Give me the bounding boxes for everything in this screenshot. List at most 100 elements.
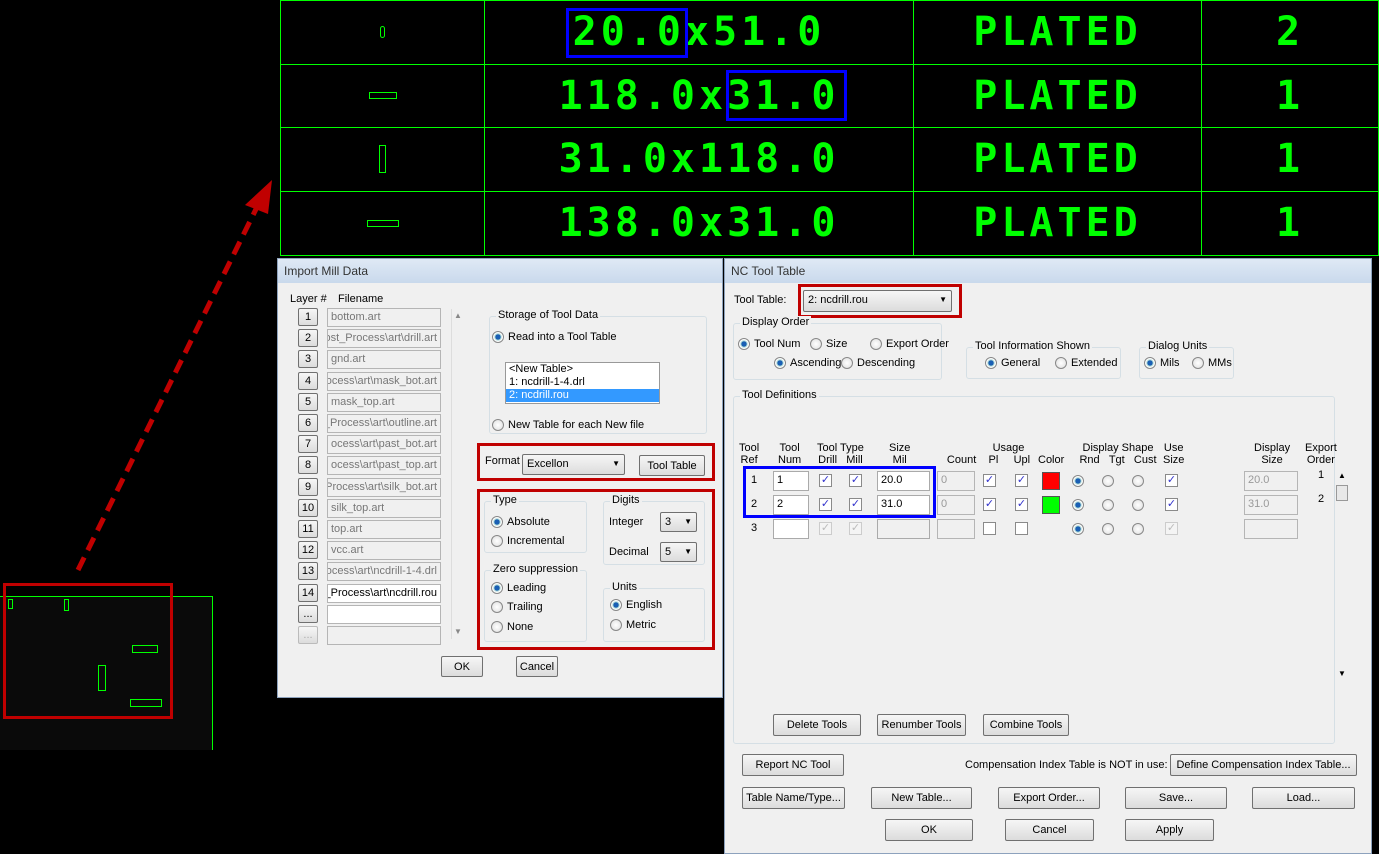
general-radio[interactable]: General: [985, 357, 1040, 369]
layer-filename-field[interactable]: ocess\art\past_bot.art: [327, 435, 441, 455]
layer-filename-field[interactable]: [327, 626, 441, 645]
list-item-selected[interactable]: 2: ncdrill.rou: [506, 389, 659, 402]
layer-filename-field[interactable]: mask_top.art: [327, 392, 441, 412]
shape-radio[interactable]: [1072, 475, 1084, 487]
none-radio[interactable]: None: [491, 621, 533, 633]
layer-filename-field[interactable]: silk_top.art: [327, 498, 441, 518]
size-radio[interactable]: Size: [810, 338, 847, 350]
layer-button[interactable]: 2: [298, 329, 318, 348]
new-table-button[interactable]: New Table...: [871, 787, 972, 809]
ascending-radio[interactable]: Ascending: [774, 357, 841, 369]
layer-filename-field[interactable]: ocess\art\past_top.art: [327, 456, 441, 476]
shape-radio[interactable]: [1072, 523, 1084, 535]
layer-button[interactable]: 13: [298, 562, 318, 581]
layer-filename-field[interactable]: Process\art\silk_bot.art: [327, 477, 441, 497]
layer-button[interactable]: ...: [298, 626, 318, 644]
define-compensation-button[interactable]: Define Compensation Index Table...: [1170, 754, 1357, 776]
layer-button[interactable]: 9: [298, 477, 318, 496]
cancel-button[interactable]: Cancel: [516, 656, 558, 677]
layer-filename-field[interactable]: _Process\art\ncdrill.rou: [327, 583, 441, 603]
checkbox[interactable]: [1015, 522, 1028, 535]
layer-filename-field[interactable]: ost_Process\art\drill.art: [327, 329, 441, 349]
report-nc-tool-button[interactable]: Report NC Tool: [742, 754, 844, 776]
layer-button[interactable]: 4: [298, 371, 318, 390]
checkbox[interactable]: ✓: [819, 522, 832, 535]
new-table-radio[interactable]: New Table for each New file: [492, 419, 644, 431]
checkbox[interactable]: ✓: [849, 522, 862, 535]
renumber-tools-button[interactable]: Renumber Tools: [877, 714, 966, 736]
table-list[interactable]: <New Table> 1: ncdrill-1-4.drl 2: ncdril…: [505, 362, 660, 404]
layer-button[interactable]: 7: [298, 435, 318, 454]
mms-radio[interactable]: MMs: [1192, 357, 1232, 369]
layer-filename-field[interactable]: [327, 604, 441, 624]
checkbox[interactable]: ✓: [983, 498, 996, 511]
delete-tools-button[interactable]: Delete Tools: [773, 714, 861, 736]
export-order-button[interactable]: Export Order...: [998, 787, 1100, 809]
ok-button[interactable]: OK: [885, 819, 973, 841]
save-button[interactable]: Save...: [1125, 787, 1227, 809]
read-into-radio[interactable]: Read into a Tool Table: [492, 331, 616, 343]
export-order-radio[interactable]: Export Order: [870, 338, 949, 350]
decimal-select[interactable]: 5: [660, 542, 697, 562]
layer-button[interactable]: 5: [298, 392, 318, 411]
mils-radio[interactable]: Mils: [1144, 357, 1180, 369]
tool-num-input[interactable]: [773, 519, 809, 539]
tool-table-select[interactable]: 2: ncdrill.rou: [803, 290, 952, 312]
tool-table-button[interactable]: Tool Table: [639, 455, 705, 476]
shape-radio[interactable]: [1102, 523, 1114, 535]
shape-radio[interactable]: [1132, 499, 1144, 511]
shape-radio[interactable]: [1102, 475, 1114, 487]
checkbox[interactable]: ✓: [1165, 498, 1178, 511]
integer-select[interactable]: 3: [660, 512, 697, 532]
table-name-button[interactable]: Table Name/Type...: [742, 787, 845, 809]
layer-filename-field[interactable]: ocess\art\ncdrill-1-4.drl: [327, 562, 441, 582]
shape-radio[interactable]: [1102, 499, 1114, 511]
layer-button[interactable]: 10: [298, 498, 318, 517]
checkbox[interactable]: ✓: [1165, 522, 1178, 535]
checkbox[interactable]: ✓: [983, 474, 996, 487]
cancel-button[interactable]: Cancel: [1005, 819, 1094, 841]
checkbox[interactable]: ✓: [1015, 474, 1028, 487]
tool-size-input[interactable]: [877, 519, 930, 539]
tool-scrollbar[interactable]: ▲ ▼: [1336, 471, 1348, 681]
trailing-radio[interactable]: Trailing: [491, 601, 543, 613]
absolute-radio[interactable]: Absolute: [491, 516, 550, 528]
shape-radio[interactable]: [1132, 523, 1144, 535]
tool-color-swatch[interactable]: [1042, 496, 1060, 514]
tool-color-swatch[interactable]: [1042, 472, 1060, 490]
extended-radio[interactable]: Extended: [1055, 357, 1117, 369]
format-select[interactable]: Excellon: [522, 454, 625, 475]
apply-button[interactable]: Apply: [1125, 819, 1214, 841]
english-radio[interactable]: English: [610, 599, 662, 611]
layer-filename-field[interactable]: top.art: [327, 520, 441, 539]
layer-button[interactable]: ...: [298, 604, 318, 623]
layer-filename-field[interactable]: ocess\art\mask_bot.art: [327, 371, 441, 391]
load-button[interactable]: Load...: [1252, 787, 1355, 809]
layer-button[interactable]: 8: [298, 456, 318, 475]
list-item[interactable]: 1: ncdrill-1-4.drl: [506, 376, 659, 389]
ok-button[interactable]: OK: [441, 656, 483, 677]
checkbox[interactable]: ✓: [1165, 474, 1178, 487]
checkbox[interactable]: ✓: [1015, 498, 1028, 511]
layer-filename-field[interactable]: gnd.art: [327, 350, 441, 370]
shape-radio[interactable]: [1132, 475, 1144, 487]
layer-button[interactable]: 11: [298, 520, 318, 538]
leading-radio[interactable]: Leading: [491, 582, 546, 594]
layer-filename-field[interactable]: vcc.art: [327, 541, 441, 561]
layer-filename-field[interactable]: _Process\art\outline.art: [327, 414, 441, 433]
combine-tools-button[interactable]: Combine Tools: [983, 714, 1069, 736]
layer-button[interactable]: 3: [298, 350, 318, 369]
layer-button[interactable]: 6: [298, 414, 318, 432]
layer-button[interactable]: 14: [298, 583, 318, 602]
tool-num-radio[interactable]: Tool Num: [738, 338, 800, 350]
checkbox[interactable]: [983, 522, 996, 535]
layer-filename-field[interactable]: bottom.art: [327, 308, 441, 327]
layer-button[interactable]: 1: [298, 308, 318, 326]
layer-scrollbar[interactable]: ▲ ▼: [451, 309, 465, 639]
descending-radio[interactable]: Descending: [841, 357, 915, 369]
list-item[interactable]: <New Table>: [506, 363, 659, 376]
incremental-radio[interactable]: Incremental: [491, 535, 564, 547]
layer-button[interactable]: 12: [298, 541, 318, 560]
shape-radio[interactable]: [1072, 499, 1084, 511]
metric-radio[interactable]: Metric: [610, 619, 656, 631]
